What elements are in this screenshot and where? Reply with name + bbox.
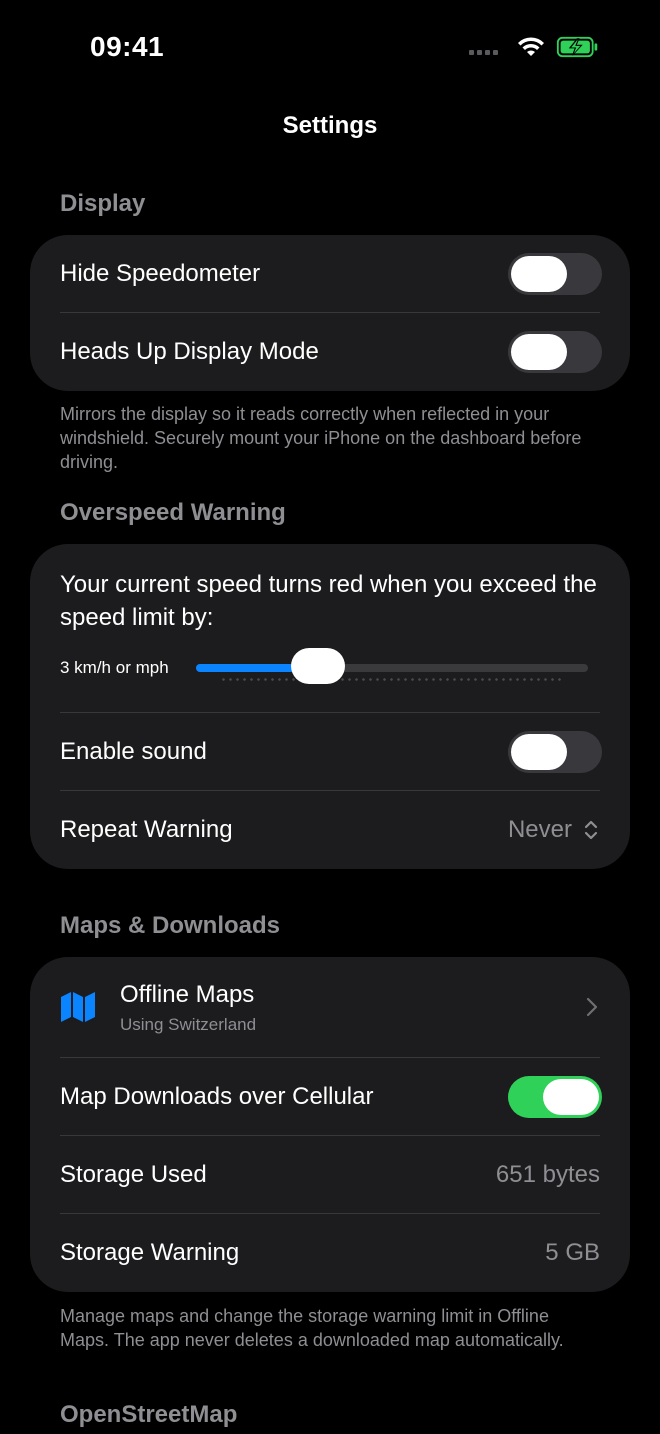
hud-mode-row: Heads Up Display Mode [30,313,630,391]
enable-sound-toggle[interactable] [508,731,602,773]
status-time: 09:41 [90,31,165,62]
section-header-openstreetmap: OpenStreetMap [60,1401,238,1428]
battery-charging-icon [556,36,598,58]
cellular-downloads-toggle[interactable] [508,1076,602,1118]
section-header-overspeed: Overspeed Warning [60,499,286,526]
storage-used-row: Storage Used 651 bytes [30,1136,630,1214]
repeat-warning-row[interactable]: Repeat Warning Never [30,791,630,869]
slider-tick-marks [220,678,564,681]
chevron-right-icon [586,997,598,1017]
cellular-dots-icon [469,49,498,55]
maps-group: Offline Maps Using Switzerland Map Downl… [30,957,630,1292]
display-footer-note: Mirrors the display so it reads correctl… [60,404,582,472]
storage-warning-label: Storage Warning [60,1239,240,1266]
status-icons [469,36,600,58]
storage-warning-row[interactable]: Storage Warning 5 GB [30,1214,630,1292]
map-icon [61,992,95,1022]
wifi-icon [518,37,544,56]
enable-sound-label: Enable sound [60,738,207,765]
slider-value-label: 3 km/h or mph [60,658,169,677]
hud-mode-toggle[interactable] [508,331,602,373]
hud-mode-label: Heads Up Display Mode [60,338,319,365]
storage-warning-value[interactable]: 5 GB [545,1239,600,1267]
status-bar: 09:41 [0,0,660,96]
section-header-maps: Maps & Downloads [60,912,281,939]
offline-maps-label: Offline Maps [120,981,255,1008]
hide-speedometer-row: Hide Speedometer [30,235,630,313]
display-group: Hide Speedometer Heads Up Display Mode [30,235,630,391]
cellular-downloads-label: Map Downloads over Cellular [60,1083,374,1110]
page-title: Settings [282,112,378,139]
speed-slider-thumb[interactable] [290,648,345,684]
storage-used-value: 651 bytes [495,1161,600,1188]
cellular-downloads-row: Map Downloads over Cellular [30,1058,630,1136]
maps-footer-note: Manage maps and change the storage warni… [60,1306,564,1350]
repeat-warning-label: Repeat Warning [60,816,233,843]
chevron-up-down-icon [584,820,598,840]
hide-speedometer-toggle[interactable] [508,253,602,295]
enable-sound-row: Enable sound [30,713,630,791]
storage-used-label: Storage Used [60,1161,207,1188]
overspeed-group: Your current speed turns red when you ex… [30,544,630,869]
hide-speedometer-label: Hide Speedometer [60,260,261,287]
offline-maps-subtitle: Using Switzerland [120,1015,257,1034]
section-header-display: Display [60,190,146,217]
overspeed-description: Your current speed turns red when you ex… [60,571,597,631]
repeat-warning-value[interactable]: Never [508,816,572,844]
offline-maps-row[interactable]: Offline Maps Using Switzerland [30,957,630,1057]
speed-slider-track[interactable] [196,664,588,672]
